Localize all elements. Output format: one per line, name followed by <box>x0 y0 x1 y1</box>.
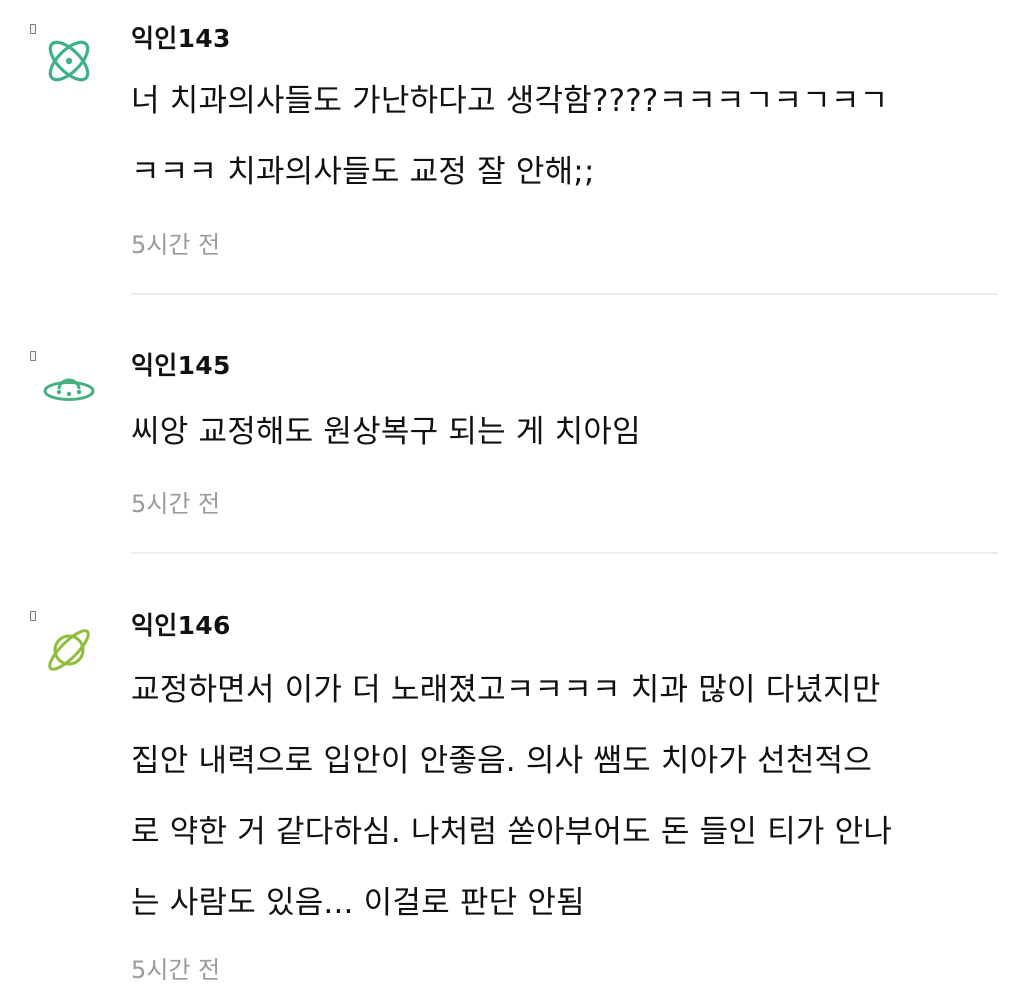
marker-icon <box>30 351 36 361</box>
comment-line: 는 사람도 있음... 이걸로 판단 안됨 <box>131 885 585 921</box>
comment-timestamp: 5시간 전 <box>131 490 221 518</box>
comment-author: 익인146 <box>131 611 231 640</box>
comment-author: 익인145 <box>131 351 231 380</box>
comment-timestamp: 5시간 전 <box>131 231 221 259</box>
comment-line: 교정하면서 이가 더 노래졌고ㅋㅋㅋㅋ 치과 많이 다녔지만 <box>131 672 881 708</box>
planet-icon[interactable] <box>40 621 98 679</box>
comment-line: 씨앙 교정해도 원상복구 되는 게 치아임 <box>131 414 641 450</box>
comment-line: 로 약한 거 같다하심. 나처럼 쏟아부어도 돈 들인 티가 안나 <box>131 814 893 850</box>
comment-line: 집안 내력으로 입안이 안좋음. 의사 쌤도 치아가 선천적으 <box>131 743 872 779</box>
comment-body: 씨앙 교정해도 원상복구 되는 게 치아임 <box>131 397 1011 468</box>
marker-icon <box>30 611 36 621</box>
comment-list: 익인143 너 치과의사들도 가난하다고 생각함????ㅋㅋㅋㄱㅋㄱㅋㄱ ㅋㅋㅋ… <box>0 0 1024 1004</box>
marker-icon <box>30 24 36 34</box>
comment-body: 너 치과의사들도 가난하다고 생각함????ㅋㅋㅋㄱㅋㄱㅋㄱ ㅋㅋㅋ 치과의사들… <box>131 66 1011 208</box>
divider <box>131 293 998 295</box>
divider <box>131 552 998 554</box>
comment-body: 교정하면서 이가 더 노래졌고ㅋㅋㅋㅋ 치과 많이 다녔지만 집안 내력으로 입… <box>131 655 1011 939</box>
comment-line: ㅋㅋㅋ 치과의사들도 교정 잘 안해;; <box>131 154 595 190</box>
comment-timestamp: 5시간 전 <box>131 956 221 984</box>
comment-author: 익인143 <box>131 24 231 53</box>
atom-icon[interactable] <box>40 32 98 90</box>
comment-line: 너 치과의사들도 가난하다고 생각함????ㅋㅋㅋㄱㅋㄱㅋㄱ <box>131 83 889 119</box>
ufo-icon[interactable] <box>40 360 98 418</box>
